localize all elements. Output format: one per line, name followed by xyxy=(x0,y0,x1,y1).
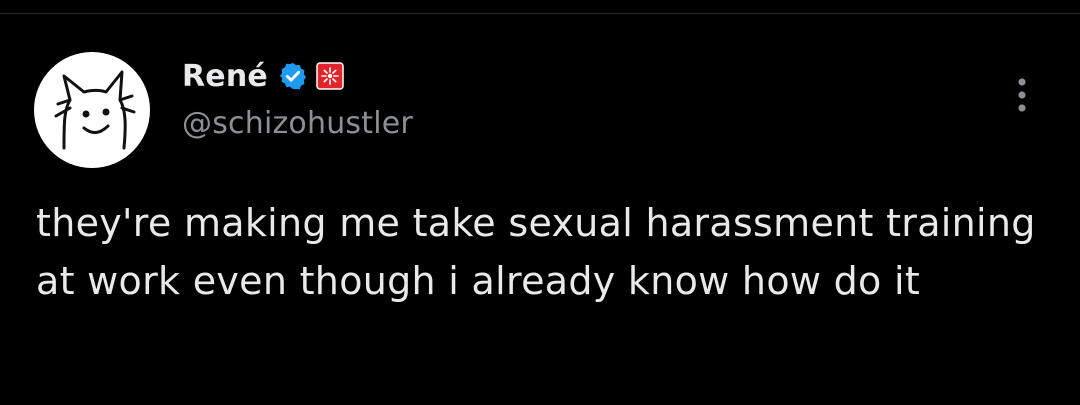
tweet-header: René @schizohustler xyxy=(182,56,413,142)
avatar[interactable] xyxy=(34,52,150,168)
name-row: René xyxy=(182,56,413,96)
display-name[interactable]: René xyxy=(182,59,268,94)
cartoon-cat-face-icon xyxy=(54,70,136,150)
username-handle[interactable]: @schizohustler xyxy=(182,106,413,141)
top-divider xyxy=(0,0,1080,14)
tweet-text: they're making me take sexual harassment… xyxy=(36,201,1036,303)
more-vertical-icon xyxy=(1018,78,1026,112)
affiliate-badge-icon xyxy=(316,62,344,90)
verified-badge-icon xyxy=(278,61,308,91)
more-options-button[interactable] xyxy=(1010,74,1034,116)
